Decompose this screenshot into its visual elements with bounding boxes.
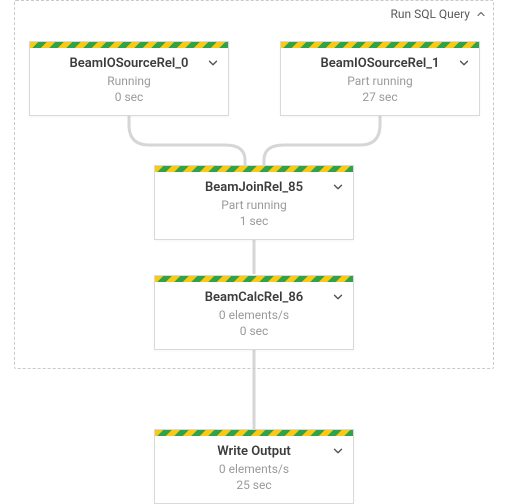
node-beam-io-source-rel-1[interactable]: BeamIOSourceRel_1 Part running 27 sec xyxy=(280,41,480,116)
pipeline-canvas: Run SQL Query BeamIOSourceRel_0 Running … xyxy=(0,0,506,500)
group-label: Run SQL Query xyxy=(390,7,470,21)
chevron-down-icon xyxy=(331,290,345,304)
node-beam-calc-rel-86[interactable]: BeamCalcRel_86 0 elements/s 0 sec xyxy=(154,275,354,350)
node-status: 0 elements/s xyxy=(165,307,343,323)
node-timing: 25 sec xyxy=(165,477,343,493)
node-status: 0 elements/s xyxy=(165,461,343,477)
node-title: BeamCalcRel_86 xyxy=(165,290,343,305)
chevron-down-icon xyxy=(331,180,345,194)
expand-node-button[interactable] xyxy=(204,54,222,72)
node-title: BeamIOSourceRel_0 xyxy=(40,56,218,71)
chevron-down-icon xyxy=(457,56,471,70)
node-status: Running xyxy=(40,73,218,89)
expand-node-button[interactable] xyxy=(329,178,347,196)
node-timing: 27 sec xyxy=(291,89,469,105)
node-beam-io-source-rel-0[interactable]: BeamIOSourceRel_0 Running 0 sec xyxy=(29,41,229,116)
chevron-down-icon xyxy=(206,56,220,70)
node-timing: 0 sec xyxy=(40,89,218,105)
node-status: Part running xyxy=(165,197,343,213)
node-timing: 0 sec xyxy=(165,323,343,339)
node-title: Write Output xyxy=(165,444,343,459)
node-timing: 1 sec xyxy=(165,213,343,229)
node-title: BeamJoinRel_85 xyxy=(165,180,343,195)
node-status: Part running xyxy=(291,73,469,89)
node-title: BeamIOSourceRel_1 xyxy=(291,56,469,71)
chevron-up-icon xyxy=(475,8,487,20)
node-beam-join-rel-85[interactable]: BeamJoinRel_85 Part running 1 sec xyxy=(154,165,354,240)
expand-node-button[interactable] xyxy=(329,288,347,306)
node-write-output[interactable]: Write Output 0 elements/s 25 sec xyxy=(154,429,354,504)
expand-node-button[interactable] xyxy=(455,54,473,72)
chevron-down-icon xyxy=(331,444,345,458)
expand-node-button[interactable] xyxy=(329,442,347,460)
group-header[interactable]: Run SQL Query xyxy=(390,7,487,21)
